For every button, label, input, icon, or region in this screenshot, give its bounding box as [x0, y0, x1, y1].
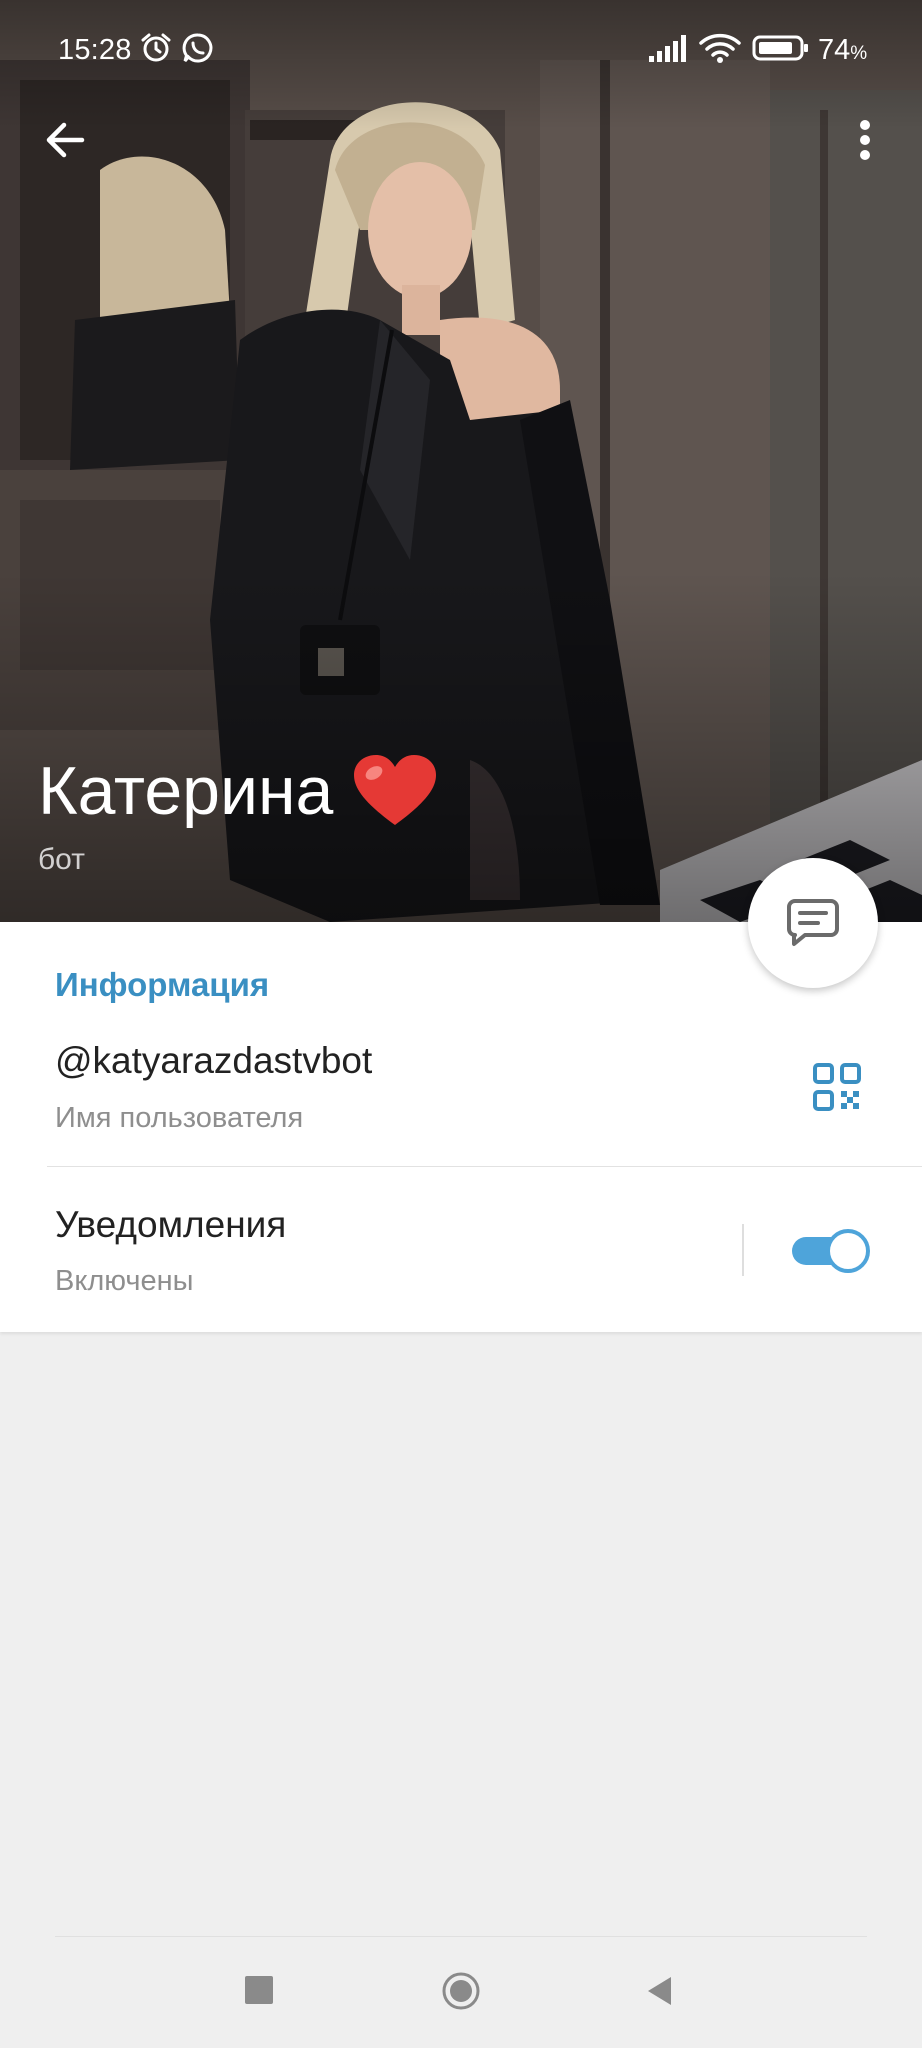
alarm-icon	[141, 33, 171, 62]
chat-icon	[787, 899, 839, 946]
profile-name: Катерина	[38, 753, 334, 829]
profile-photo-header[interactable]: 15:28 74% Катерина бот	[0, 0, 922, 922]
row-divider	[47, 1166, 922, 1167]
notifications-label[interactable]: Уведомления	[55, 1204, 286, 1246]
status-time: 15:28	[58, 34, 132, 66]
toggle-knob	[826, 1229, 870, 1273]
vertical-separator	[742, 1224, 744, 1276]
whatsapp-icon	[182, 33, 213, 63]
notifications-toggle[interactable]	[792, 1227, 872, 1273]
profile-subtitle: бот	[38, 843, 85, 876]
send-message-button[interactable]	[748, 858, 878, 988]
heart-emoji-icon	[353, 755, 436, 825]
nav-divider	[55, 1936, 867, 1937]
wifi-icon	[699, 33, 741, 63]
arrow-left-icon[interactable]	[38, 112, 94, 168]
battery-icon	[752, 35, 808, 61]
info-card: Информация @katyarazdastvbot Имя пользов…	[0, 922, 922, 1332]
battery-percent: 74%	[818, 34, 868, 66]
home-icon[interactable]	[441, 1971, 481, 2011]
username-label: Имя пользователя	[55, 1102, 304, 1134]
status-bar: 15:28 74%	[0, 0, 922, 100]
username-value[interactable]: @katyarazdastvbot	[55, 1040, 372, 1082]
profile-title: Катерина	[38, 752, 438, 836]
profile-screen: 15:28 74% Катерина бот Информация @katya…	[0, 0, 922, 2048]
recents-icon[interactable]	[245, 1976, 273, 2004]
back-triangle-icon[interactable]	[644, 1974, 674, 2008]
qr-code-icon[interactable]	[812, 1062, 862, 1112]
signal-icon	[649, 35, 686, 62]
section-title-info: Информация	[55, 966, 270, 1003]
notifications-status: Включены	[55, 1265, 194, 1297]
more-vertical-icon[interactable]	[845, 112, 885, 168]
